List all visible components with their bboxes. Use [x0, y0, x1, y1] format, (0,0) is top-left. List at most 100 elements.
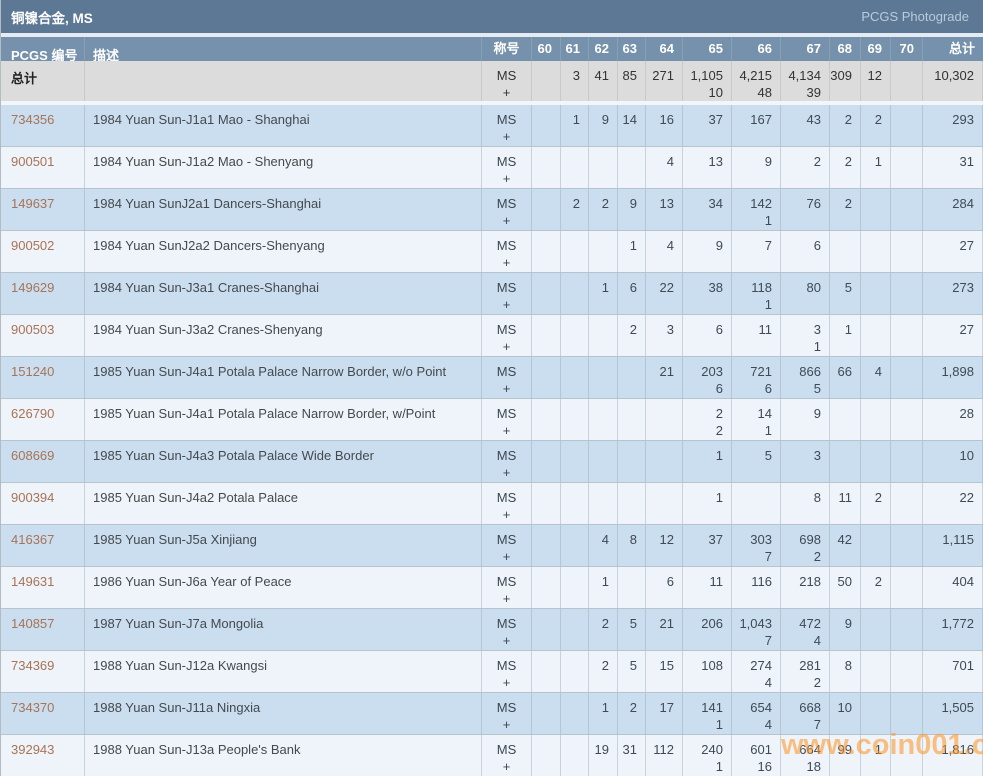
grade-66-cell: 142 1: [732, 189, 781, 230]
grade-66-cell: 7: [732, 231, 781, 272]
grade-61-cell: 2: [561, 189, 589, 230]
table-row: 151240 1985 Yuan Sun-J4a1 Potala Palace N…: [1, 357, 983, 399]
grade-69-cell: [861, 609, 891, 650]
grade-69-cell: [861, 693, 891, 734]
pcgs-number-cell: 392943: [1, 735, 85, 776]
pcgs-number-link[interactable]: 900502: [11, 238, 54, 253]
grade-66-cell: [732, 483, 781, 524]
grade-63-cell: 5: [618, 651, 646, 692]
pcgs-number-link[interactable]: 734370: [11, 700, 54, 715]
grade-68-cell: 11: [830, 483, 861, 524]
grade-65-cell: 108: [683, 651, 732, 692]
grade-66-cell: 303 7: [732, 525, 781, 566]
grade-69-cell: [861, 651, 891, 692]
table-row: 392943 1988 Yuan Sun-J13a People's Bank MS…: [1, 735, 983, 776]
grade-64-cell: 4: [646, 231, 683, 272]
population-report-page: 铜镍合金, MS PCGS Photograde PCGS 编号 描述 称号 6…: [0, 0, 983, 776]
grade-62-cell: 2: [589, 609, 618, 650]
pcgs-number-link[interactable]: 626790: [11, 406, 54, 421]
grade-61-cell: [561, 441, 589, 482]
grade-60-cell: [532, 567, 561, 608]
row-total-cell: 293: [923, 105, 983, 146]
grade-61-cell: [561, 567, 589, 608]
row-total-cell: 1,115: [923, 525, 983, 566]
table-header-row: PCGS 编号 描述 称号 60 61 62 63 64 65 66 67 68 69 70 总计: [1, 37, 983, 61]
grade-67-cell: 218: [781, 567, 830, 608]
grade-60-cell: [532, 483, 561, 524]
pcgs-number-cell: 900503: [1, 315, 85, 356]
pcgs-number-link[interactable]: 149637: [11, 196, 54, 211]
table-row: 734356 1984 Yuan Sun-J1a1 Mao - Shanghai M…: [1, 105, 983, 147]
designation-cell: MS +: [482, 693, 532, 734]
grade-62-cell: 4: [589, 525, 618, 566]
pcgs-number-link[interactable]: 608669: [11, 448, 54, 463]
totals-grade-62-cell: 41: [589, 61, 618, 101]
column-header-grade-70: 70: [891, 37, 923, 61]
grade-60-cell: [532, 735, 561, 776]
pcgs-number-link[interactable]: 734369: [11, 658, 54, 673]
grade-67-cell: 281 2: [781, 651, 830, 692]
grade-67-cell: 8: [781, 483, 830, 524]
pcgs-number-link[interactable]: 392943: [11, 742, 54, 757]
table-row: 149637 1984 Yuan SunJ2a1 Dancers-Shanghai…: [1, 189, 983, 231]
grade-62-cell: 2: [589, 189, 618, 230]
pcgs-number-link[interactable]: 416367: [11, 532, 54, 547]
grade-66-cell: 167: [732, 105, 781, 146]
pcgs-number-link[interactable]: 149629: [11, 280, 54, 295]
pcgs-number-cell: 149637: [1, 189, 85, 230]
pcgs-number-link[interactable]: 900501: [11, 154, 54, 169]
coin-description: 1985 Yuan Sun-J4a1 Potala Palace Narrow …: [85, 357, 482, 398]
grade-60-cell: [532, 315, 561, 356]
grade-66-cell: 116: [732, 567, 781, 608]
grade-68-cell: 42: [830, 525, 861, 566]
table-row: 900503 1984 Yuan Sun-J3a2 Cranes-Shenyang…: [1, 315, 983, 357]
grade-68-cell: 2: [830, 147, 861, 188]
grade-63-cell: [618, 483, 646, 524]
coin-description: 1984 Yuan SunJ2a2 Dancers-Shenyang: [85, 231, 482, 272]
pcgs-number-link[interactable]: 734356: [11, 112, 54, 127]
pcgs-photograde-link[interactable]: PCGS Photograde: [861, 9, 969, 24]
totals-description-cell: [85, 61, 482, 101]
row-total-cell: 27: [923, 315, 983, 356]
pcgs-number-cell: 140857: [1, 609, 85, 650]
designation-cell: MS +: [482, 189, 532, 230]
grade-67-cell: 80: [781, 273, 830, 314]
grade-68-cell: 50: [830, 567, 861, 608]
grade-67-cell: 6: [781, 231, 830, 272]
grade-70-cell: [891, 525, 923, 566]
grade-65-cell: 37: [683, 105, 732, 146]
grade-70-cell: [891, 609, 923, 650]
grade-61-cell: [561, 231, 589, 272]
grade-65-cell: 1: [683, 483, 732, 524]
grade-64-cell: 112: [646, 735, 683, 776]
grade-65-cell: 141 1: [683, 693, 732, 734]
grade-66-cell: 274 4: [732, 651, 781, 692]
column-header-pcgs: PCGS 编号: [1, 37, 85, 61]
grade-68-cell: 1: [830, 315, 861, 356]
pcgs-number-link[interactable]: 900503: [11, 322, 54, 337]
grade-70-cell: [891, 231, 923, 272]
pcgs-number-cell: 149629: [1, 273, 85, 314]
pcgs-number-cell: 626790: [1, 399, 85, 440]
grade-70-cell: [891, 651, 923, 692]
grade-67-cell: 472 4: [781, 609, 830, 650]
grade-62-cell: 19: [589, 735, 618, 776]
grade-70-cell: [891, 567, 923, 608]
grade-69-cell: [861, 273, 891, 314]
row-total-cell: 1,772: [923, 609, 983, 650]
grade-69-cell: [861, 189, 891, 230]
coin-description: 1984 Yuan Sun-J3a1 Cranes-Shanghai: [85, 273, 482, 314]
grade-67-cell: 698 2: [781, 525, 830, 566]
pcgs-number-link[interactable]: 900394: [11, 490, 54, 505]
coin-description: 1985 Yuan Sun-J4a1 Potala Palace Narrow …: [85, 399, 482, 440]
grade-69-cell: 1: [861, 735, 891, 776]
table-row: 900502 1984 Yuan SunJ2a2 Dancers-Shenyang…: [1, 231, 983, 273]
grade-61-cell: [561, 315, 589, 356]
grade-64-cell: 6: [646, 567, 683, 608]
pcgs-number-link[interactable]: 140857: [11, 616, 54, 631]
pcgs-number-link[interactable]: 149631: [11, 574, 54, 589]
column-header-grade-67: 67: [781, 37, 830, 61]
column-header-grade-66: 66: [732, 37, 781, 61]
pcgs-number-link[interactable]: 151240: [11, 364, 54, 379]
designation-cell: MS +: [482, 357, 532, 398]
